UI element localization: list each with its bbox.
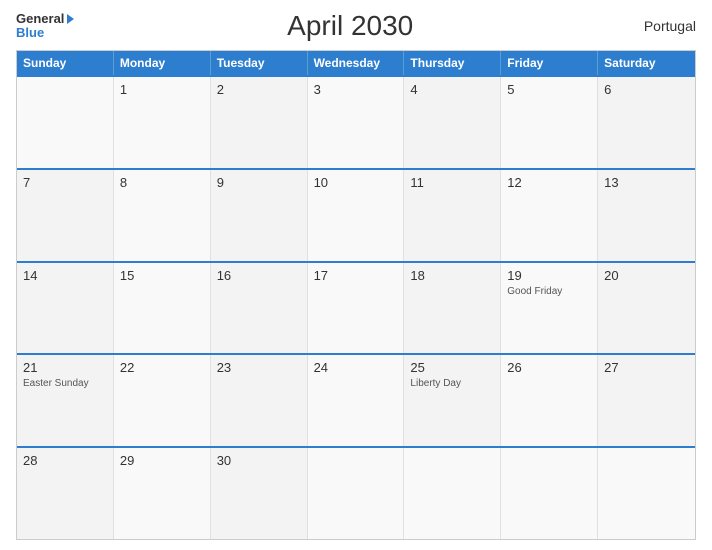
country-label: Portugal [626, 18, 696, 34]
cell-w1-sat: 6 [598, 77, 695, 168]
cell-w5-sat [598, 448, 695, 539]
header-tuesday: Tuesday [211, 51, 308, 75]
cell-w1-sun [17, 77, 114, 168]
cell-w2-sun: 7 [17, 170, 114, 261]
cell-w4-fri: 26 [501, 355, 598, 446]
cell-w3-wed: 17 [308, 263, 405, 354]
cell-w3-thu: 18 [404, 263, 501, 354]
cell-w5-wed [308, 448, 405, 539]
cell-w3-sun: 14 [17, 263, 114, 354]
cell-w1-thu: 4 [404, 77, 501, 168]
calendar: Sunday Monday Tuesday Wednesday Thursday… [16, 50, 696, 540]
cell-w3-sat: 20 [598, 263, 695, 354]
header: General Blue April 2030 Portugal [16, 10, 696, 42]
cell-w3-tue: 16 [211, 263, 308, 354]
cell-w3-mon: 15 [114, 263, 211, 354]
cell-w2-tue: 9 [211, 170, 308, 261]
header-thursday: Thursday [404, 51, 501, 75]
cell-w5-fri [501, 448, 598, 539]
cell-w2-mon: 8 [114, 170, 211, 261]
week-3: 14 15 16 17 18 19 Good Friday 20 [17, 261, 695, 354]
cell-w4-sun: 21 Easter Sunday [17, 355, 114, 446]
header-friday: Friday [501, 51, 598, 75]
header-monday: Monday [114, 51, 211, 75]
page: General Blue April 2030 Portugal Sunday … [0, 0, 712, 550]
cell-w4-sat: 27 [598, 355, 695, 446]
cell-w1-fri: 5 [501, 77, 598, 168]
week-5: 28 29 30 [17, 446, 695, 539]
cell-w5-sun: 28 [17, 448, 114, 539]
header-sunday: Sunday [17, 51, 114, 75]
cell-w1-tue: 2 [211, 77, 308, 168]
cell-w2-fri: 12 [501, 170, 598, 261]
cell-w4-mon: 22 [114, 355, 211, 446]
cell-w3-fri: 19 Good Friday [501, 263, 598, 354]
cell-w1-wed: 3 [308, 77, 405, 168]
logo: General Blue [16, 12, 74, 41]
cell-w4-wed: 24 [308, 355, 405, 446]
cell-w2-wed: 10 [308, 170, 405, 261]
month-title: April 2030 [74, 10, 626, 42]
calendar-header: Sunday Monday Tuesday Wednesday Thursday… [17, 51, 695, 75]
cell-w5-mon: 29 [114, 448, 211, 539]
cell-w5-tue: 30 [211, 448, 308, 539]
week-4: 21 Easter Sunday 22 23 24 25 Liberty Day… [17, 353, 695, 446]
cell-w2-sat: 13 [598, 170, 695, 261]
cell-w1-mon: 1 [114, 77, 211, 168]
week-2: 7 8 9 10 11 12 13 [17, 168, 695, 261]
header-saturday: Saturday [598, 51, 695, 75]
week-1: 1 2 3 4 5 6 [17, 75, 695, 168]
calendar-body: 1 2 3 4 5 6 7 8 9 10 11 12 13 14 15 [17, 75, 695, 539]
cell-w4-thu: 25 Liberty Day [404, 355, 501, 446]
cell-w2-thu: 11 [404, 170, 501, 261]
header-wednesday: Wednesday [308, 51, 405, 75]
cell-w5-thu [404, 448, 501, 539]
cell-w4-tue: 23 [211, 355, 308, 446]
